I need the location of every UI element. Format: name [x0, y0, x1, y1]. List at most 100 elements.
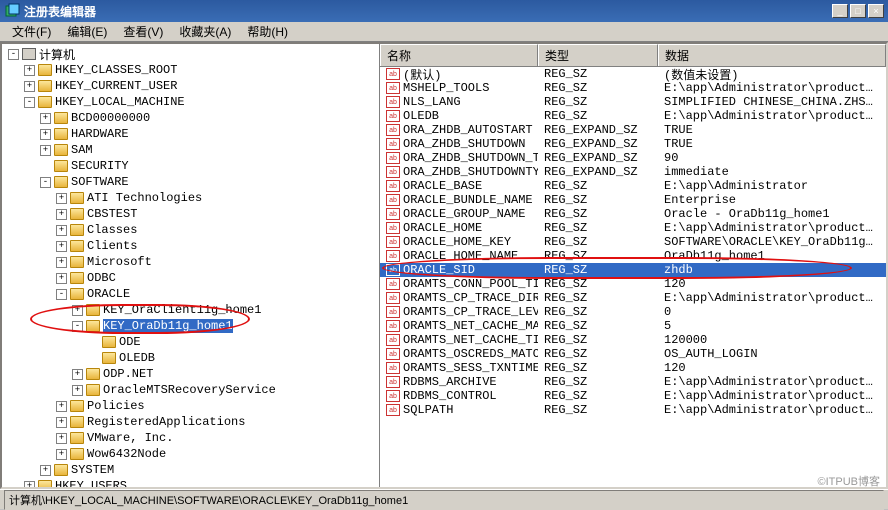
tree-item[interactable]: +ODBC — [4, 270, 377, 286]
value-name: ORAMTS_CP_TRACE_LEVEL — [403, 305, 538, 319]
tree-item[interactable]: +HKEY_USERS — [4, 478, 377, 487]
tree-item[interactable]: +Clients — [4, 238, 377, 254]
tree-item[interactable]: OLEDB — [4, 350, 377, 366]
tree-item[interactable]: -KEY_OraDb11g_home1 — [4, 318, 377, 334]
value-row[interactable]: abORAMTS_OSCREDS_MATCH_LEVELREG_SZOS_AUT… — [380, 347, 886, 361]
expand-toggle[interactable]: + — [24, 65, 35, 76]
value-data: E:\app\Administrator\product\11.2.0\dbho… — [658, 375, 886, 389]
minimize-button[interactable]: _ — [832, 4, 848, 18]
value-row[interactable]: abORA_ZHDB_SHUTDOWNTYPEREG_EXPAND_SZimme… — [380, 165, 886, 179]
col-data[interactable]: 数据 — [658, 44, 886, 66]
expand-toggle[interactable]: + — [56, 225, 67, 236]
expand-toggle[interactable]: + — [40, 113, 51, 124]
expand-toggle[interactable]: + — [40, 465, 51, 476]
expand-toggle[interactable]: + — [24, 81, 35, 92]
value-data: 0 — [658, 305, 886, 319]
menu-help[interactable]: 帮助(H) — [239, 21, 296, 42]
tree-item[interactable]: +Wow6432Node — [4, 446, 377, 462]
value-row[interactable]: abORA_ZHDB_SHUTDOWNREG_EXPAND_SZTRUE — [380, 137, 886, 151]
tree-item[interactable]: +SAM — [4, 142, 377, 158]
tree-item-label: HKEY_CURRENT_USER — [55, 79, 177, 93]
menu-edit[interactable]: 编辑(E) — [59, 21, 115, 42]
expand-toggle[interactable]: + — [56, 257, 67, 268]
menu-view[interactable]: 查看(V) — [115, 21, 171, 42]
expand-toggle[interactable]: + — [72, 369, 83, 380]
tree-item[interactable]: +OracleMTSRecoveryService — [4, 382, 377, 398]
tree-pane[interactable]: -计算机+HKEY_CLASSES_ROOT+HKEY_CURRENT_USER… — [2, 44, 380, 487]
value-row[interactable]: abORACLE_HOME_NAMEREG_SZOraDb11g_home1 — [380, 249, 886, 263]
tree-item[interactable]: +VMware, Inc. — [4, 430, 377, 446]
value-name: ORA_ZHDB_SHUTDOWN_TIMEOUT — [403, 151, 538, 165]
value-row[interactable]: abORAMTS_SESS_TXNTIMETOLIVEREG_SZ120 — [380, 361, 886, 375]
expand-toggle[interactable]: - — [72, 321, 83, 332]
value-row[interactable]: abORAMTS_CP_TRACE_DIRREG_SZE:\app\Admini… — [380, 291, 886, 305]
value-row[interactable]: abORAMTS_CP_TRACE_LEVELREG_SZ0 — [380, 305, 886, 319]
menu-favorites[interactable]: 收藏夹(A) — [171, 21, 239, 42]
value-row[interactable]: abORACLE_GROUP_NAMEREG_SZOracle - OraDb1… — [380, 207, 886, 221]
value-row[interactable]: abORAMTS_NET_CACHE_TIMEOUTREG_SZ120000 — [380, 333, 886, 347]
value-row[interactable]: abORA_ZHDB_SHUTDOWN_TIMEOUTREG_EXPAND_SZ… — [380, 151, 886, 165]
value-row[interactable]: abORA_ZHDB_AUTOSTARTREG_EXPAND_SZTRUE — [380, 123, 886, 137]
expand-toggle[interactable]: + — [24, 481, 35, 488]
tree-item[interactable]: +Microsoft — [4, 254, 377, 270]
value-row[interactable]: abORAMTS_CONN_POOL_TIMEOUTREG_SZ120 — [380, 277, 886, 291]
value-row[interactable]: abSQLPATHREG_SZE:\app\Administrator\prod… — [380, 403, 886, 417]
value-row[interactable]: abNLS_LANGREG_SZSIMPLIFIED CHINESE_CHINA… — [380, 95, 886, 109]
tree-item[interactable]: + BCD00000000 — [4, 110, 377, 126]
value-row[interactable]: ab(默认)REG_SZ(数值未设置) — [380, 67, 886, 81]
tree-item[interactable]: - HKEY_LOCAL_MACHINE — [4, 94, 377, 110]
value-row[interactable]: abORACLE_BUNDLE_NAMEREG_SZEnterprise — [380, 193, 886, 207]
values-pane[interactable]: 名称 类型 数据 ab(默认)REG_SZ(数值未设置)abMSHELP_TOO… — [380, 44, 886, 487]
maximize-button[interactable]: □ — [850, 4, 866, 18]
tree-item[interactable]: SECURITY — [4, 158, 377, 174]
tree-item[interactable]: +ATI Technologies — [4, 190, 377, 206]
tree-item[interactable]: -SOFTWARE — [4, 174, 377, 190]
expand-toggle[interactable]: + — [56, 193, 67, 204]
value-row[interactable]: abORACLE_HOME_KEYREG_SZSOFTWARE\ORACLE\K… — [380, 235, 886, 249]
expand-toggle[interactable]: + — [40, 145, 51, 156]
tree-item[interactable]: +SYSTEM — [4, 462, 377, 478]
tree-item[interactable]: +Classes — [4, 222, 377, 238]
expand-toggle[interactable]: + — [56, 241, 67, 252]
expand-toggle[interactable]: + — [56, 209, 67, 220]
col-type[interactable]: 类型 — [538, 44, 658, 66]
value-row[interactable]: abORACLE_SIDREG_SZzhdb — [380, 263, 886, 277]
expand-toggle[interactable]: + — [72, 385, 83, 396]
tree-item[interactable]: +Policies — [4, 398, 377, 414]
value-row[interactable]: abRDBMS_CONTROLREG_SZE:\app\Administrato… — [380, 389, 886, 403]
tree-item[interactable]: +CBSTEST — [4, 206, 377, 222]
tree-item[interactable]: +HKEY_CLASSES_ROOT — [4, 62, 377, 78]
expand-toggle[interactable]: + — [56, 433, 67, 444]
expand-toggle[interactable]: + — [72, 305, 83, 316]
expand-toggle[interactable]: + — [56, 401, 67, 412]
value-row[interactable]: abORACLE_BASEREG_SZE:\app\Administrator — [380, 179, 886, 193]
expand-toggle[interactable]: - — [56, 289, 67, 300]
expand-toggle[interactable]: - — [40, 177, 51, 188]
tree-item[interactable]: ODE — [4, 334, 377, 350]
tree-item[interactable]: +ODP.NET — [4, 366, 377, 382]
expand-toggle[interactable]: - — [8, 49, 19, 60]
tree-item-label: BCD00000000 — [71, 111, 150, 125]
col-name[interactable]: 名称 — [380, 44, 538, 66]
tree-item[interactable]: +HARDWARE — [4, 126, 377, 142]
expand-toggle[interactable]: + — [40, 129, 51, 140]
folder-icon — [70, 256, 84, 268]
value-row[interactable]: abOLEDBREG_SZE:\app\Administrator\produc… — [380, 109, 886, 123]
tree-item[interactable]: -ORACLE — [4, 286, 377, 302]
value-row[interactable]: abORAMTS_NET_CACHE_MAXFREEREG_SZ5 — [380, 319, 886, 333]
menu-file[interactable]: 文件(F) — [4, 21, 59, 42]
folder-icon — [54, 144, 68, 156]
tree-item[interactable]: +RegisteredApplications — [4, 414, 377, 430]
expand-toggle[interactable]: + — [56, 273, 67, 284]
tree-item[interactable]: + HKEY_CURRENT_USER — [4, 78, 377, 94]
tree-item[interactable]: +KEY_OraClient11g_home1 — [4, 302, 377, 318]
value-row[interactable]: abRDBMS_ARCHIVEREG_SZE:\app\Administrato… — [380, 375, 886, 389]
expand-toggle[interactable]: - — [24, 97, 35, 108]
value-row[interactable]: abMSHELP_TOOLSREG_SZE:\app\Administrator… — [380, 81, 886, 95]
expand-toggle[interactable]: + — [56, 417, 67, 428]
close-button[interactable]: × — [868, 4, 884, 18]
tree-item-label: HKEY_LOCAL_MACHINE — [55, 95, 185, 109]
value-row[interactable]: abORACLE_HOMEREG_SZE:\app\Administrator\… — [380, 221, 886, 235]
tree-item[interactable]: -计算机 — [4, 46, 377, 62]
expand-toggle[interactable]: + — [56, 449, 67, 460]
